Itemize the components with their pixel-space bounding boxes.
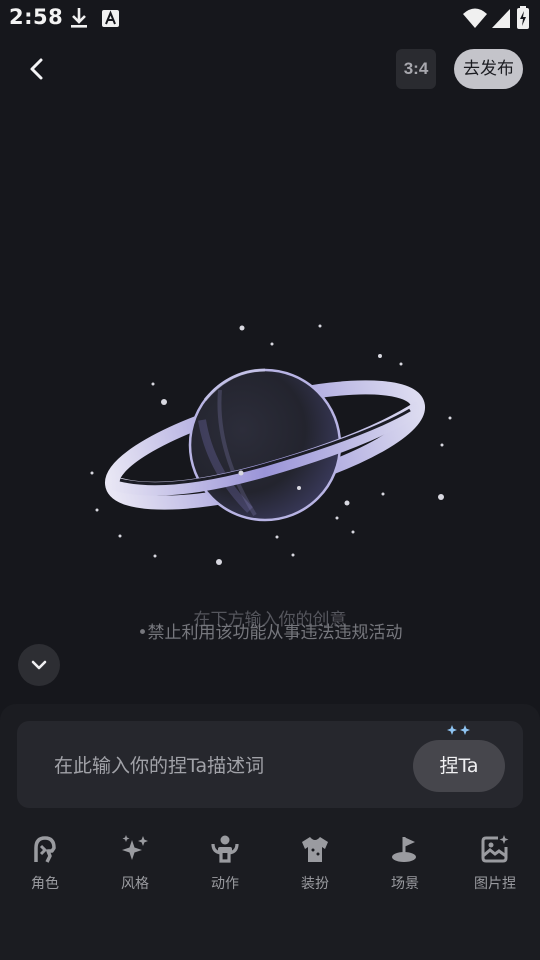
tab-character[interactable]: 角色 <box>0 830 90 910</box>
scene-icon <box>392 837 416 862</box>
battery-charging-icon <box>517 6 529 29</box>
planet-illustration <box>90 324 452 565</box>
tab-label: 装扮 <box>301 876 329 892</box>
tab-label: 动作 <box>211 876 239 892</box>
tab-label: 场景 <box>391 876 419 892</box>
tool-tab-bar: 角色 风格 动作 装扮 场景 图片捏 <box>0 830 540 910</box>
tab-style[interactable]: 风格 <box>90 830 180 910</box>
tab-image-pinch[interactable]: 图片捏 <box>450 830 540 910</box>
tab-outfit[interactable]: 装扮 <box>270 830 360 910</box>
clock: 2:58 <box>9 5 64 29</box>
sparkle-icon <box>447 725 470 735</box>
tab-scene[interactable]: 场景 <box>360 830 450 910</box>
publish-button[interactable]: 去发布 <box>454 49 523 89</box>
tab-label: 图片捏 <box>474 876 516 892</box>
tab-action[interactable]: 动作 <box>180 830 270 910</box>
download-icon <box>71 8 87 28</box>
signal-icon <box>492 9 510 28</box>
outfit-icon <box>302 837 328 862</box>
chevron-down-icon <box>31 660 47 670</box>
generate-button[interactable]: 捏Ta <box>413 740 505 792</box>
action-icon <box>211 835 239 863</box>
tab-label: 风格 <box>121 876 149 892</box>
collapse-button[interactable] <box>18 644 60 686</box>
style-sparkle-icon <box>122 835 148 860</box>
wifi-icon <box>463 8 487 28</box>
status-bar: 2:58 <box>0 0 540 36</box>
tab-label: 角色 <box>31 876 59 892</box>
image-pinch-icon <box>481 835 509 863</box>
prompt-placeholder[interactable]: 在此输入你的捏Ta描述词 <box>54 751 264 778</box>
character-icon <box>34 836 56 863</box>
aspect-ratio-button[interactable]: 3:4 <box>396 49 436 89</box>
usage-warning: •禁止利用该功能从事违法违规活动 <box>137 623 403 643</box>
back-arrow-icon[interactable] <box>18 50 56 88</box>
text-notification-icon <box>102 10 119 27</box>
